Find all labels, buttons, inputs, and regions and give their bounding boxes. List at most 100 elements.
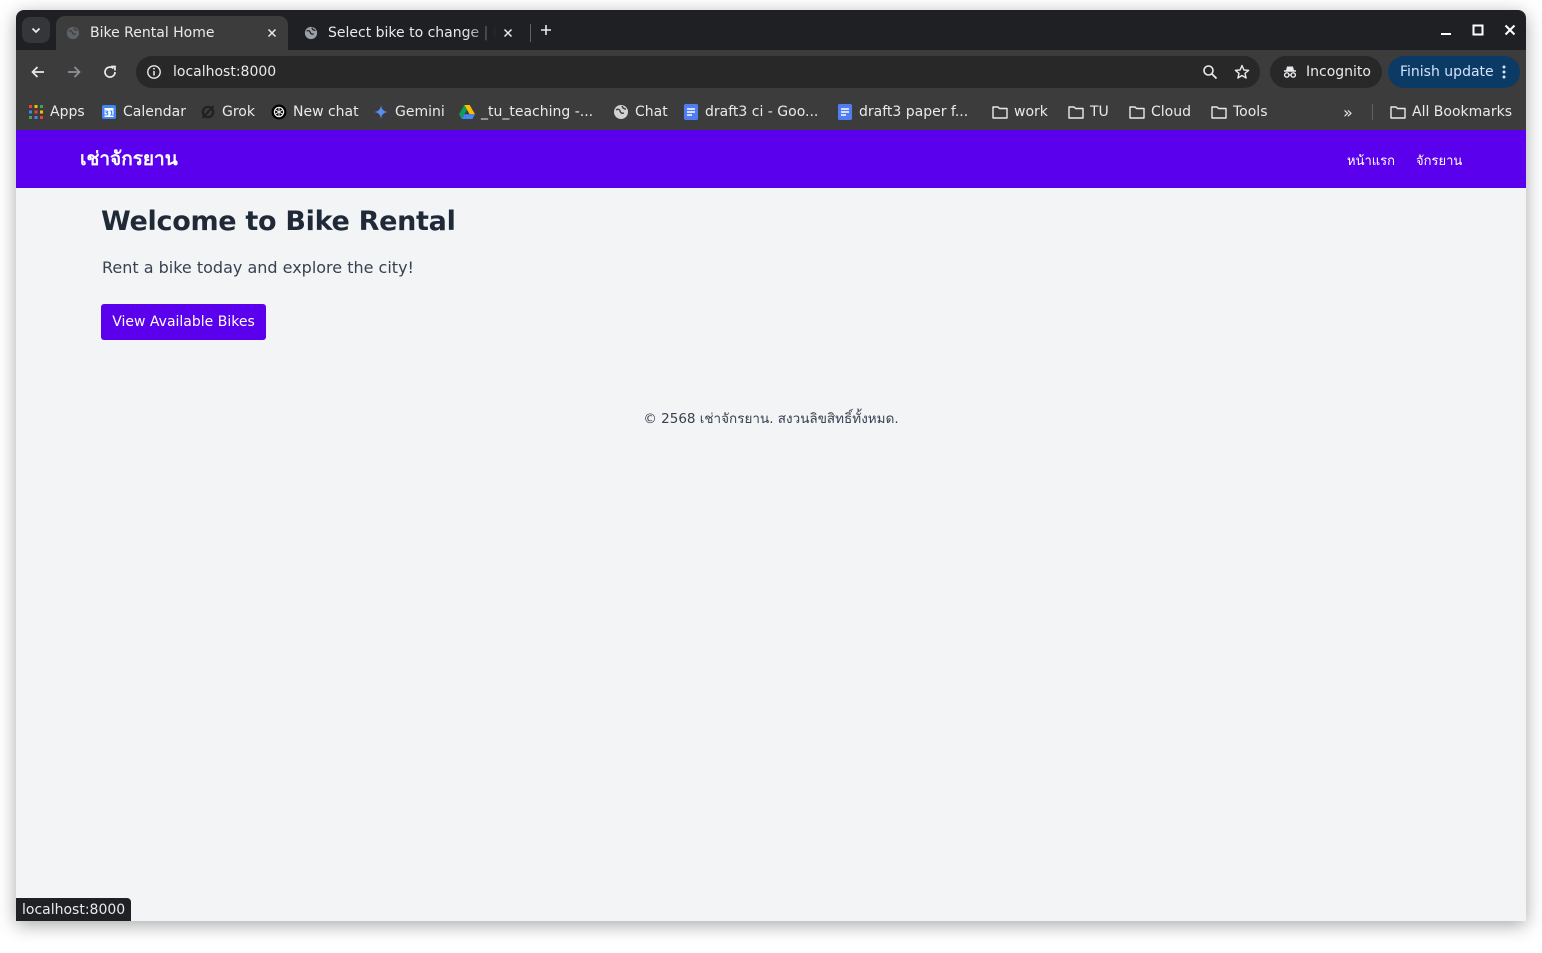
- bookmark-gemini[interactable]: Gemini: [373, 102, 445, 122]
- folder-icon: [1211, 106, 1227, 119]
- bookmark-new-chat[interactable]: New chat: [271, 102, 359, 122]
- close-icon: [267, 28, 277, 38]
- bookmark-label: TU: [1090, 104, 1109, 120]
- bookmark-tu-teaching[interactable]: _tu_teaching -...: [459, 102, 593, 122]
- incognito-icon: [1283, 66, 1297, 78]
- folder-icon: [1390, 106, 1406, 119]
- bookmark-label: _tu_teaching -...: [481, 104, 594, 120]
- url-text: localhost:8000: [173, 64, 277, 80]
- bookmark-star-button[interactable]: [1228, 58, 1256, 86]
- reload-icon: [104, 65, 116, 78]
- bookmark-apps[interactable]: Apps: [28, 102, 85, 122]
- status-bar-url: localhost:8000: [16, 898, 132, 921]
- bookmark-chat[interactable]: Chat: [613, 102, 668, 122]
- bookmark-label: Tools: [1233, 104, 1268, 120]
- bookmark-label: Calendar: [123, 104, 186, 120]
- arrow-right-icon: [68, 66, 81, 78]
- page-title: Welcome to Bike Rental: [101, 206, 456, 237]
- all-bookmarks-button[interactable]: All Bookmarks: [1390, 102, 1512, 122]
- incognito-indicator[interactable]: Incognito: [1270, 56, 1382, 88]
- site-brand-link[interactable]: เช่าจักรยาน: [80, 144, 178, 174]
- bookmark-label: Apps: [50, 104, 85, 120]
- info-icon: [147, 65, 161, 79]
- tab-select-bike[interactable]: Select bike to change | Django: [294, 16, 524, 50]
- site-navbar: เช่าจักรยาน หน้าแรก จักรยาน: [16, 130, 1526, 188]
- maximize-icon: [1472, 24, 1484, 36]
- google-docs-icon: [684, 104, 698, 120]
- tab-search-button[interactable]: [22, 17, 50, 43]
- folder-icon: [1129, 106, 1145, 119]
- browser-toolbar: localhost:8000 Incognito Finish update: [16, 50, 1526, 94]
- star-icon: [1234, 64, 1250, 79]
- bookmark-folder-tools[interactable]: Tools: [1211, 102, 1268, 122]
- bookmark-label: draft3 paper f...: [859, 104, 969, 120]
- window-controls: [1430, 16, 1526, 44]
- folder-icon: [992, 106, 1008, 119]
- folder-icon: [1068, 106, 1084, 119]
- bookmark-draft3-paper[interactable]: draft3 paper f...: [837, 102, 968, 122]
- bookmark-calendar[interactable]: 31 Calendar: [101, 102, 186, 122]
- more-vert-icon: [1502, 65, 1506, 79]
- forward-button[interactable]: [60, 58, 88, 86]
- close-window-button[interactable]: [1494, 16, 1526, 44]
- zoom-button[interactable]: [1196, 58, 1224, 86]
- tab-close-button[interactable]: [260, 21, 284, 45]
- globe-icon: [304, 26, 318, 40]
- calendar-icon: 31: [102, 105, 116, 119]
- tab-bike-rental-home[interactable]: Bike Rental Home: [56, 16, 288, 50]
- bookmark-label: New chat: [293, 104, 359, 120]
- bookmark-grok[interactable]: Grok: [200, 102, 255, 122]
- page-viewport: เช่าจักรยาน หน้าแรก จักรยาน Welcome to B…: [16, 130, 1526, 921]
- tab-close-button[interactable]: [496, 21, 520, 45]
- bookmark-draft3-ci[interactable]: draft3 ci - Goo...: [683, 102, 818, 122]
- close-icon: [1504, 24, 1516, 36]
- google-drive-icon: [459, 105, 475, 119]
- nav-link-bikes[interactable]: จักรยาน: [1416, 150, 1462, 171]
- arrow-left-icon: [31, 66, 44, 78]
- bookmark-folder-work[interactable]: work: [992, 102, 1048, 122]
- bookmark-folder-tu[interactable]: TU: [1068, 102, 1109, 122]
- address-bar[interactable]: localhost:8000: [136, 56, 1260, 88]
- incognito-label: Incognito: [1306, 64, 1371, 80]
- finish-update-button[interactable]: Finish update: [1388, 56, 1520, 88]
- gemini-sparkle-icon: [374, 105, 388, 119]
- apps-grid-icon: [29, 105, 43, 119]
- minimize-button[interactable]: [1430, 16, 1462, 44]
- plus-icon: [541, 25, 551, 35]
- reload-button[interactable]: [96, 58, 124, 86]
- tab-title: Bike Rental Home: [90, 25, 215, 41]
- bookmark-label: Chat: [635, 104, 668, 120]
- view-available-bikes-button[interactable]: View Available Bikes: [101, 304, 266, 340]
- close-icon: [503, 28, 513, 38]
- chatgpt-icon: [271, 104, 287, 120]
- chevron-down-icon: [31, 27, 41, 34]
- google-docs-icon: [838, 104, 852, 120]
- page-subtitle: Rent a bike today and explore the city!: [102, 258, 414, 277]
- all-bookmarks-label: All Bookmarks: [1412, 104, 1513, 120]
- svg-text:31: 31: [104, 110, 114, 118]
- bookmarks-overflow-button[interactable]: »: [1343, 102, 1353, 122]
- bookmarks-divider: [1372, 104, 1373, 120]
- globe-icon: [66, 26, 80, 40]
- maximize-button[interactable]: [1462, 16, 1494, 44]
- bookmarks-bar: Apps 31 Calendar Grok New chat Gemini _t…: [16, 94, 1526, 130]
- nav-link-home[interactable]: หน้าแรก: [1347, 150, 1395, 171]
- chevron-double-right-icon: »: [1343, 102, 1353, 122]
- tab-strip: Bike Rental Home Select bike to change |…: [16, 10, 1526, 50]
- globe-icon: [614, 105, 628, 119]
- browser-window: Bike Rental Home Select bike to change |…: [16, 10, 1526, 921]
- back-button[interactable]: [24, 58, 52, 86]
- new-tab-button[interactable]: [536, 18, 556, 42]
- grok-icon: [201, 105, 215, 119]
- tab-divider: [530, 24, 531, 42]
- bookmark-label: Grok: [222, 104, 255, 120]
- site-info-button[interactable]: [144, 62, 164, 82]
- bookmark-label: Cloud: [1151, 104, 1191, 120]
- magnifier-icon: [1203, 65, 1218, 80]
- tab-title: Select bike to change | Django: [328, 25, 496, 41]
- minimize-icon: [1441, 33, 1451, 35]
- bookmark-label: draft3 ci - Goo...: [705, 104, 819, 120]
- bookmark-label: work: [1014, 104, 1048, 120]
- bookmark-folder-cloud[interactable]: Cloud: [1129, 102, 1191, 122]
- finish-update-label: Finish update: [1400, 64, 1494, 80]
